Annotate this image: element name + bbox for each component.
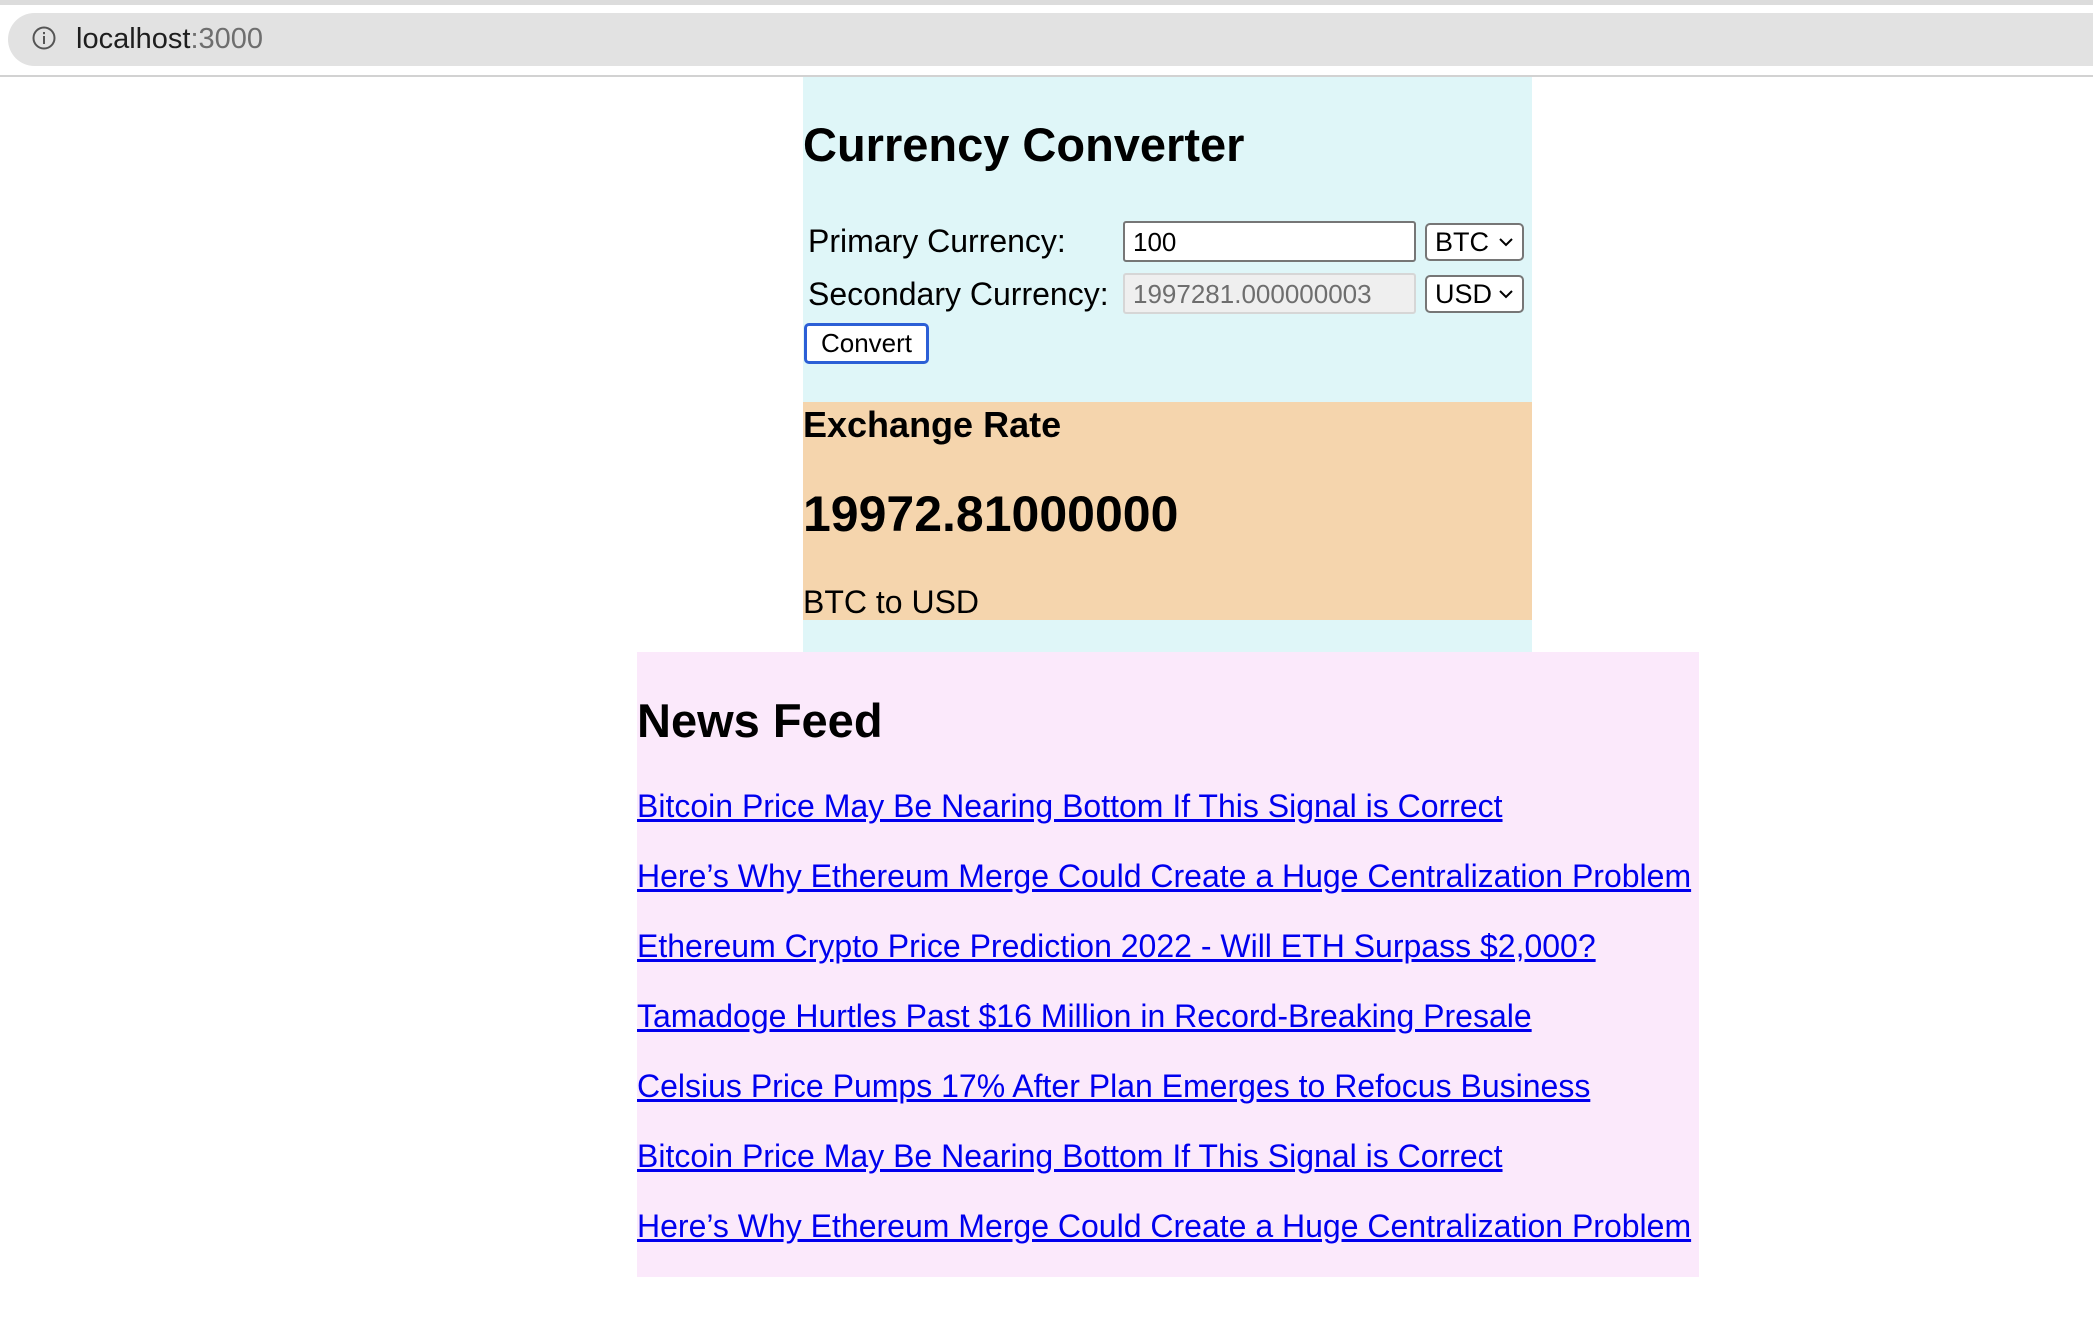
news-link[interactable]: Bitcoin Price May Be Nearing Bottom If T… [637,786,1503,826]
primary-currency-label: Primary Currency: [808,223,1066,259]
primary-currency-select[interactable]: BTC [1425,223,1524,261]
primary-amount-input[interactable]: 100 [1123,221,1416,262]
address-bar-url[interactable]: localhost:3000 [76,20,263,58]
secondary-currency-select[interactable]: USD [1425,275,1524,313]
secondary-amount-input[interactable]: 1997281.000000003 [1123,273,1416,314]
news-link[interactable]: Ethereum Crypto Price Prediction 2022 - … [637,926,1596,966]
news-link[interactable]: Celsius Price Pumps 17% After Plan Emerg… [637,1066,1590,1106]
chevron-down-icon [1499,290,1513,299]
chevron-down-icon [1499,238,1513,247]
convert-button[interactable]: Convert [804,323,929,364]
url-port: :3000 [190,23,264,55]
info-icon[interactable] [32,26,56,50]
exchange-rate-value: 19972.81000000 [803,486,1179,542]
address-bar[interactable] [8,13,2093,66]
browser-top-edge [0,0,2093,5]
exchange-rate-heading: Exchange Rate [803,404,1062,445]
news-link[interactable]: Tamadoge Hurtles Past $16 Million in Rec… [637,996,1532,1036]
news-link[interactable]: Here’s Why Ethereum Merge Could Create a… [637,1206,1691,1246]
news-link[interactable]: Bitcoin Price May Be Nearing Bottom If T… [637,1136,1503,1176]
news-feed-title: News Feed [637,694,883,747]
secondary-currency-value: USD [1435,279,1493,309]
secondary-currency-label: Secondary Currency: [808,276,1109,312]
news-link[interactable]: Here’s Why Ethereum Merge Could Create a… [637,856,1691,896]
url-host: localhost [76,23,191,55]
primary-currency-value: BTC [1435,227,1489,257]
exchange-rate-pair: BTC to USD [803,584,980,620]
converter-title: Currency Converter [803,118,1245,171]
